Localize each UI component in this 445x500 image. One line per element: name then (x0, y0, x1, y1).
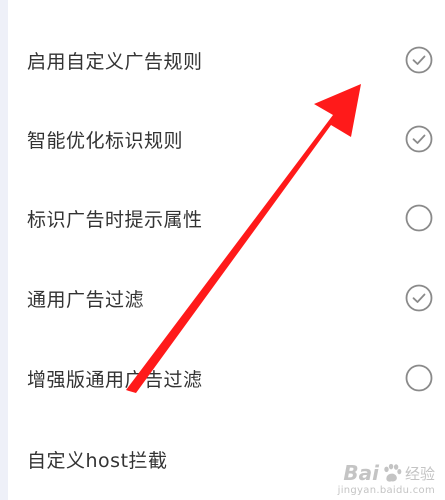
check-circle-checked-icon[interactable] (404, 283, 434, 313)
setting-row-ad-hint-attribute[interactable]: 标识广告时提示属性 (8, 178, 445, 258)
watermark-brand: Bai (343, 461, 379, 485)
settings-list: 启用自定义广告规则 智能优化标识规则 标识广告时提示属性 通用广告过滤 增强版通… (8, 0, 445, 500)
baidu-jingyan-watermark: Bai 经验 jingyan.baidu.com (338, 461, 435, 496)
setting-label: 启用自定义广告规则 (27, 50, 203, 73)
setting-label: 智能优化标识规则 (27, 129, 184, 152)
setting-label: 标识广告时提示属性 (27, 208, 203, 231)
paw-icon (384, 463, 402, 482)
watermark-url: jingyan.baidu.com (337, 485, 435, 496)
setting-row-general-ad-filter[interactable]: 通用广告过滤 (8, 258, 445, 338)
setting-row-enhanced-ad-filter[interactable]: 增强版通用广告过滤 (8, 338, 445, 418)
check-circle-unchecked-icon[interactable] (404, 203, 434, 233)
check-circle-checked-icon[interactable] (404, 124, 434, 154)
watermark-brand-cn: 经验 (404, 464, 435, 483)
setting-label: 通用广告过滤 (27, 288, 145, 311)
left-edge-strip (0, 0, 8, 500)
check-circle-checked-icon[interactable] (404, 45, 434, 75)
setting-label: 增强版通用广告过滤 (27, 368, 203, 391)
setting-label: 自定义host拦截 (27, 449, 168, 472)
setting-row-custom-ad-rules[interactable]: 启用自定义广告规则 (8, 20, 445, 100)
check-circle-unchecked-icon[interactable] (404, 363, 434, 393)
setting-row-smart-optimize[interactable]: 智能优化标识规则 (8, 99, 445, 179)
